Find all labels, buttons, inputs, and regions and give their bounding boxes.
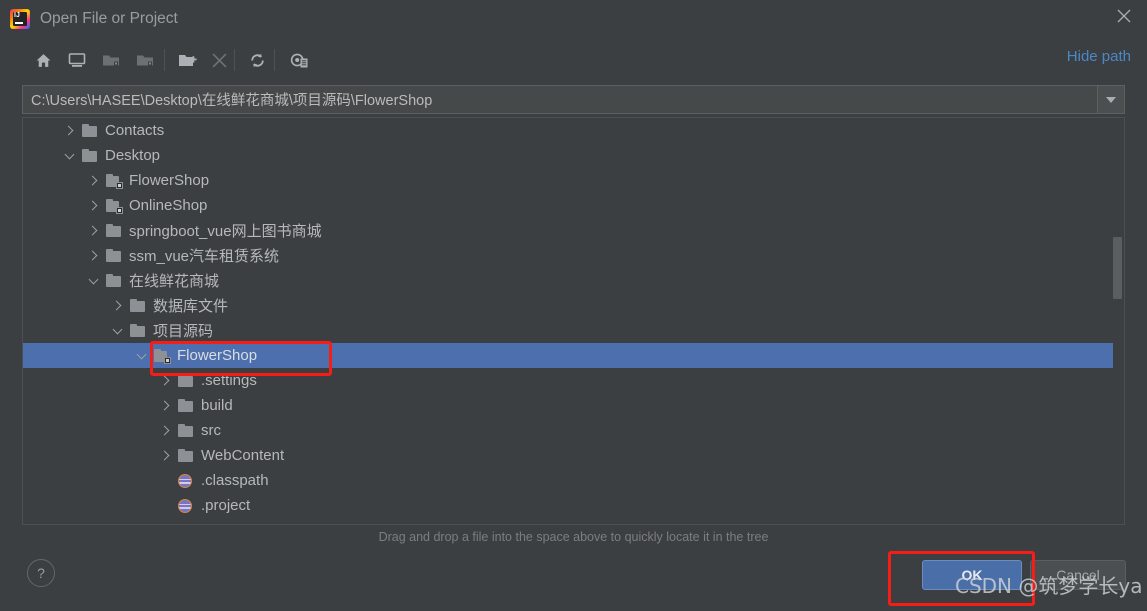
folder-icon	[177, 398, 195, 414]
tree-row[interactable]: WebContent	[23, 443, 1113, 468]
open-file-or-project-dialog: IJ Open File or Project Hide path C:\Use…	[0, 0, 1147, 611]
toolbar: Hide path	[0, 44, 1147, 80]
tree-row-label: 数据库文件	[153, 298, 229, 315]
chevron-right-icon[interactable]	[85, 248, 101, 264]
tree-row[interactable]: build	[23, 393, 1113, 418]
file-tree-panel[interactable]: Contacts Desktop FlowerShop OnlineShop sprin…	[22, 117, 1125, 525]
refresh-icon[interactable]	[242, 44, 272, 76]
path-dropdown-button[interactable]	[1097, 86, 1124, 113]
tree-row[interactable]: 数据库文件	[23, 293, 1113, 318]
tree-row-label: 项目源码	[153, 323, 214, 340]
tree-row[interactable]: 项目源码	[23, 318, 1113, 343]
tree-row[interactable]: FlowerShop	[23, 343, 1113, 368]
chevron-right-icon[interactable]	[85, 223, 101, 239]
tree-row[interactable]: FlowerShop	[23, 168, 1113, 193]
hide-path-link[interactable]: Hide path	[1067, 48, 1131, 65]
chevron-right-icon[interactable]	[157, 448, 173, 464]
tree-row-label: WebContent	[201, 447, 285, 464]
window-title: Open File or Project	[40, 9, 178, 27]
ok-button[interactable]: OK	[922, 560, 1022, 590]
tree-row-label: src	[201, 422, 221, 439]
tree-row-label: springboot_vue网上图书商城	[129, 223, 322, 240]
folder-icon	[177, 423, 195, 439]
scrollbar-thumb[interactable]	[1113, 237, 1122, 299]
chevron-down-icon[interactable]	[85, 273, 101, 289]
path-input[interactable]: C:\Users\HASEE\Desktop\在线鲜花商城\项目源码\Flowe…	[23, 89, 1097, 110]
tree-row[interactable]: ssm_vue汽车租赁系统	[23, 243, 1113, 268]
tree-row-label: Contacts	[105, 122, 165, 139]
project-folder-icon	[96, 44, 126, 76]
tree-row-label: FlowerShop	[129, 172, 210, 189]
chevron-right-icon[interactable]	[157, 398, 173, 414]
xml-file-icon	[177, 498, 195, 514]
tree-row-label: .project	[201, 497, 251, 514]
folder-icon	[177, 373, 195, 389]
vertical-scrollbar[interactable]	[1112, 119, 1123, 524]
tree-row[interactable]: Contacts	[23, 118, 1113, 143]
tree-row-label: .classpath	[201, 472, 269, 489]
chevron-down-icon[interactable]	[109, 323, 125, 339]
toolbar-separator	[164, 49, 165, 71]
chevron-down-icon[interactable]	[61, 148, 77, 164]
module-folder-icon	[130, 44, 160, 76]
path-field[interactable]: C:\Users\HASEE\Desktop\在线鲜花商城\项目源码\Flowe…	[22, 85, 1125, 114]
tree-row[interactable]: springboot_vue网上图书商城	[23, 218, 1113, 243]
home-icon[interactable]	[28, 44, 58, 76]
chevron-right-icon[interactable]	[157, 373, 173, 389]
tree-row[interactable]: .settings	[23, 368, 1113, 393]
desktop-icon[interactable]	[62, 44, 92, 76]
delete-icon	[204, 44, 234, 76]
chevron-right-icon[interactable]	[61, 123, 77, 139]
chevron-right-icon[interactable]	[157, 423, 173, 439]
file-tree: Contacts Desktop FlowerShop OnlineShop sprin…	[23, 118, 1113, 518]
folder-icon	[81, 148, 99, 164]
xml-file-icon	[177, 473, 195, 489]
toolbar-separator-3	[274, 49, 275, 71]
chevron-down-icon	[1106, 96, 1116, 103]
toolbar-separator-2	[234, 49, 235, 71]
cancel-button[interactable]: Cancel	[1030, 560, 1126, 590]
folder-icon	[129, 298, 147, 314]
tree-row-label: ssm_vue汽车租赁系统	[129, 248, 280, 265]
tree-row[interactable]: src	[23, 418, 1113, 443]
title-bar: IJ Open File or Project	[0, 0, 1147, 37]
intellij-idea-icon: IJ	[10, 8, 30, 29]
folder-icon	[105, 223, 123, 239]
tree-row[interactable]: OnlineShop	[23, 193, 1113, 218]
module-folder-icon	[153, 348, 171, 364]
drag-drop-hint: Drag and drop a file into the space abov…	[378, 530, 769, 544]
chevron-right-icon[interactable]	[85, 198, 101, 214]
tree-row-label: build	[201, 397, 233, 414]
tree-row[interactable]: Desktop	[23, 143, 1113, 168]
folder-icon	[81, 123, 99, 139]
chevron-down-icon[interactable]	[133, 348, 149, 364]
show-hidden-files-icon[interactable]	[284, 44, 314, 76]
tree-row-label: FlowerShop	[177, 347, 258, 364]
module-folder-icon	[105, 173, 123, 189]
tree-row[interactable]: .project	[23, 493, 1113, 518]
help-button[interactable]: ?	[27, 559, 55, 587]
tree-row[interactable]: 在线鲜花商城	[23, 268, 1113, 293]
folder-icon	[177, 448, 195, 464]
folder-icon	[129, 323, 147, 339]
close-icon[interactable]	[1101, 0, 1147, 32]
tree-row-label: OnlineShop	[129, 197, 208, 214]
tree-row-label: Desktop	[105, 147, 161, 164]
folder-icon	[105, 273, 123, 289]
tree-row-label: .settings	[201, 372, 257, 389]
chevron-right-icon[interactable]	[109, 298, 125, 314]
tree-row-label: 在线鲜花商城	[129, 273, 220, 290]
module-folder-icon	[105, 198, 123, 214]
tree-row[interactable]: .classpath	[23, 468, 1113, 493]
chevron-right-icon[interactable]	[85, 173, 101, 189]
folder-icon	[105, 248, 123, 264]
new-folder-icon[interactable]	[172, 44, 202, 76]
